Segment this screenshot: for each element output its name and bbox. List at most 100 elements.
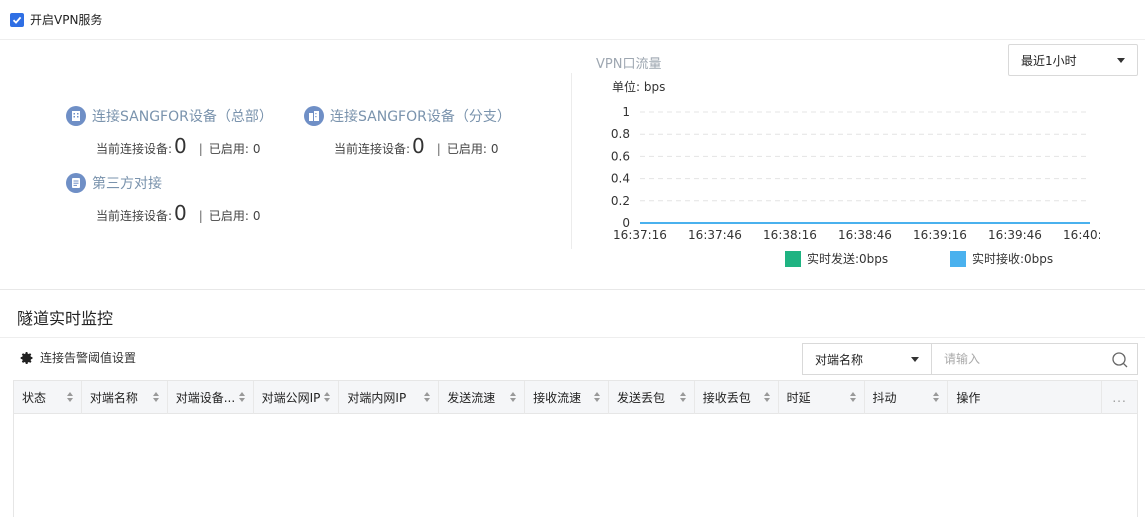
column-header-label: 发送丢包 xyxy=(616,391,665,405)
column-header-label: 抖动 xyxy=(872,391,897,405)
column-header-12[interactable]: ... xyxy=(1102,381,1137,414)
column-header-label: 接收流速 xyxy=(533,391,582,405)
vpn-service-checkbox[interactable] xyxy=(10,12,24,27)
branch-stat-title: 连接SANGFOR设备（分支） xyxy=(330,109,511,125)
column-header-9[interactable]: 时延 xyxy=(779,381,865,414)
sort-icon[interactable] xyxy=(324,392,331,402)
tunnel-monitor-header: 隧道实时监控 xyxy=(0,290,1145,338)
legend-item-send[interactable]: 实时发送:0bps xyxy=(785,250,888,267)
column-header-2[interactable]: 对端设备... xyxy=(168,381,254,414)
table-toolbar: 连接告警阈值设置 对端名称 xyxy=(0,338,1145,380)
sort-icon[interactable] xyxy=(679,392,686,402)
x-tick-label: 16:39:16 xyxy=(913,228,967,242)
top-bar: 开启VPN服务 xyxy=(0,0,1145,40)
x-tick-label: 16:38:46 xyxy=(838,228,892,242)
building-icon xyxy=(304,106,324,126)
third-party-separator: | xyxy=(198,209,203,223)
third-party-enabled-label: 已启用: xyxy=(208,209,249,223)
column-header-label: 状态 xyxy=(22,391,47,405)
column-header-label: 操作 xyxy=(956,391,981,405)
third-party-enabled-value: 0 xyxy=(252,209,261,223)
sort-icon[interactable] xyxy=(424,392,431,402)
checkmark-icon xyxy=(12,16,22,24)
legend-label-send: 实时发送:0bps xyxy=(807,252,889,266)
search-box xyxy=(932,343,1138,375)
branch-enabled-value: 0 xyxy=(490,142,499,156)
column-header-label: 对端名称 xyxy=(89,391,138,405)
column-header-8[interactable]: 接收丢包 xyxy=(695,381,779,414)
hq-stat-block: 连接SANGFOR设备（总部） 当前连接设备: 0 | 已启用: 0 xyxy=(66,106,273,158)
tunnel-table: 状态 对端名称 对端设备... 对端公网IP 对端内网IP 发送流速 接收流速 发送丢包 接收丢… xyxy=(13,380,1138,517)
legend-item-receive[interactable]: 实时接收:0bps xyxy=(950,250,1053,267)
sort-icon[interactable] xyxy=(593,392,600,402)
legend-swatch-receive xyxy=(950,250,966,267)
sort-icon[interactable] xyxy=(933,392,940,402)
sort-icon[interactable] xyxy=(849,392,856,402)
third-party-current-value: 0 xyxy=(174,201,187,225)
third-party-stat-title: 第三方对接 xyxy=(92,176,162,192)
vertical-divider xyxy=(571,73,572,249)
branch-separator: | xyxy=(436,142,441,156)
column-header-label: ... xyxy=(1112,390,1127,405)
branch-enabled-label: 已启用: xyxy=(446,142,487,156)
column-header-1[interactable]: 对端名称 xyxy=(82,381,168,414)
legend-swatch-send xyxy=(785,250,801,267)
traffic-chart: 单位: bps 10.80.60.40.20 16:37:16 16:37:46 1… xyxy=(611,79,1100,242)
column-header-11[interactable]: 操作 xyxy=(948,381,1103,414)
vpn-service-toggle[interactable]: 开启VPN服务 xyxy=(10,11,102,28)
alarm-threshold-label: 连接告警阈值设置 xyxy=(40,351,137,365)
third-party-stat-block: 第三方对接 当前连接设备: 0 | 已启用: 0 xyxy=(66,173,261,225)
alarm-threshold-button[interactable]: 连接告警阈值设置 xyxy=(20,349,136,366)
column-header-0[interactable]: 状态 xyxy=(14,381,82,414)
column-header-label: 对端内网IP xyxy=(347,391,407,405)
y-tick-label: 0.4 xyxy=(611,172,630,186)
search-field-select[interactable]: 对端名称 xyxy=(802,343,932,375)
column-header-label: 接收丢包 xyxy=(702,391,751,405)
column-header-3[interactable]: 对端公网IP xyxy=(254,381,340,414)
x-tick-label: 16:37:46 xyxy=(688,228,742,242)
table-header: 状态 对端名称 对端设备... 对端公网IP 对端内网IP 发送流速 接收流速 发送丢包 接收丢… xyxy=(14,381,1137,414)
column-header-label: 时延 xyxy=(786,391,811,405)
sort-icon[interactable] xyxy=(152,392,159,402)
y-tick-label: 0.6 xyxy=(611,149,630,163)
document-icon xyxy=(66,173,86,193)
column-header-4[interactable]: 对端内网IP xyxy=(339,381,440,414)
y-tick-label: 0.8 xyxy=(611,127,630,141)
hq-current-label: 当前连接设备: xyxy=(96,142,173,156)
column-header-5[interactable]: 发送流速 xyxy=(439,381,526,414)
search-field-value: 对端名称 xyxy=(815,352,864,367)
column-header-7[interactable]: 发送丢包 xyxy=(609,381,695,414)
section-title: 隧道实时监控 xyxy=(17,309,114,328)
chart-unit-label: 单位: bps xyxy=(612,79,665,94)
hq-separator: | xyxy=(198,142,203,156)
x-tick-label: 16:38:16 xyxy=(763,228,817,242)
column-header-10[interactable]: 抖动 xyxy=(865,381,949,414)
time-range-value: 最近1小时 xyxy=(1021,53,1077,68)
column-header-label: 对端设备... xyxy=(175,391,236,405)
search-icon[interactable] xyxy=(1111,351,1129,369)
sort-icon[interactable] xyxy=(238,392,245,402)
x-tick-label: 16:40:16 xyxy=(1063,228,1100,242)
branch-current-value: 0 xyxy=(412,134,425,158)
chevron-down-icon xyxy=(911,356,919,362)
hq-enabled-label: 已启用: xyxy=(208,142,249,156)
column-header-6[interactable]: 接收流速 xyxy=(525,381,609,414)
y-tick-label: 1 xyxy=(622,105,630,119)
column-header-label: 发送流速 xyxy=(447,391,496,405)
sort-icon[interactable] xyxy=(510,392,517,402)
search-input[interactable] xyxy=(932,345,1102,373)
stats-panel: 连接SANGFOR设备（总部） 当前连接设备: 0 | 已启用: 0 连接SAN… xyxy=(0,40,1145,290)
x-tick-label: 16:39:46 xyxy=(988,228,1042,242)
building-icon xyxy=(66,106,86,126)
sort-icon[interactable] xyxy=(763,392,770,402)
column-header-label: 对端公网IP xyxy=(261,391,321,405)
y-tick-label: 0.2 xyxy=(611,194,630,208)
branch-current-label: 当前连接设备: xyxy=(334,142,411,156)
legend-label-receive: 实时接收:0bps xyxy=(972,252,1054,266)
chevron-down-icon xyxy=(1117,57,1125,63)
sort-icon[interactable] xyxy=(66,392,73,402)
chart-title: VPN口流量 xyxy=(596,57,662,72)
gear-icon xyxy=(20,351,33,364)
vpn-service-label: 开启VPN服务 xyxy=(30,13,103,27)
time-range-select[interactable]: 最近1小时 xyxy=(1008,44,1138,76)
